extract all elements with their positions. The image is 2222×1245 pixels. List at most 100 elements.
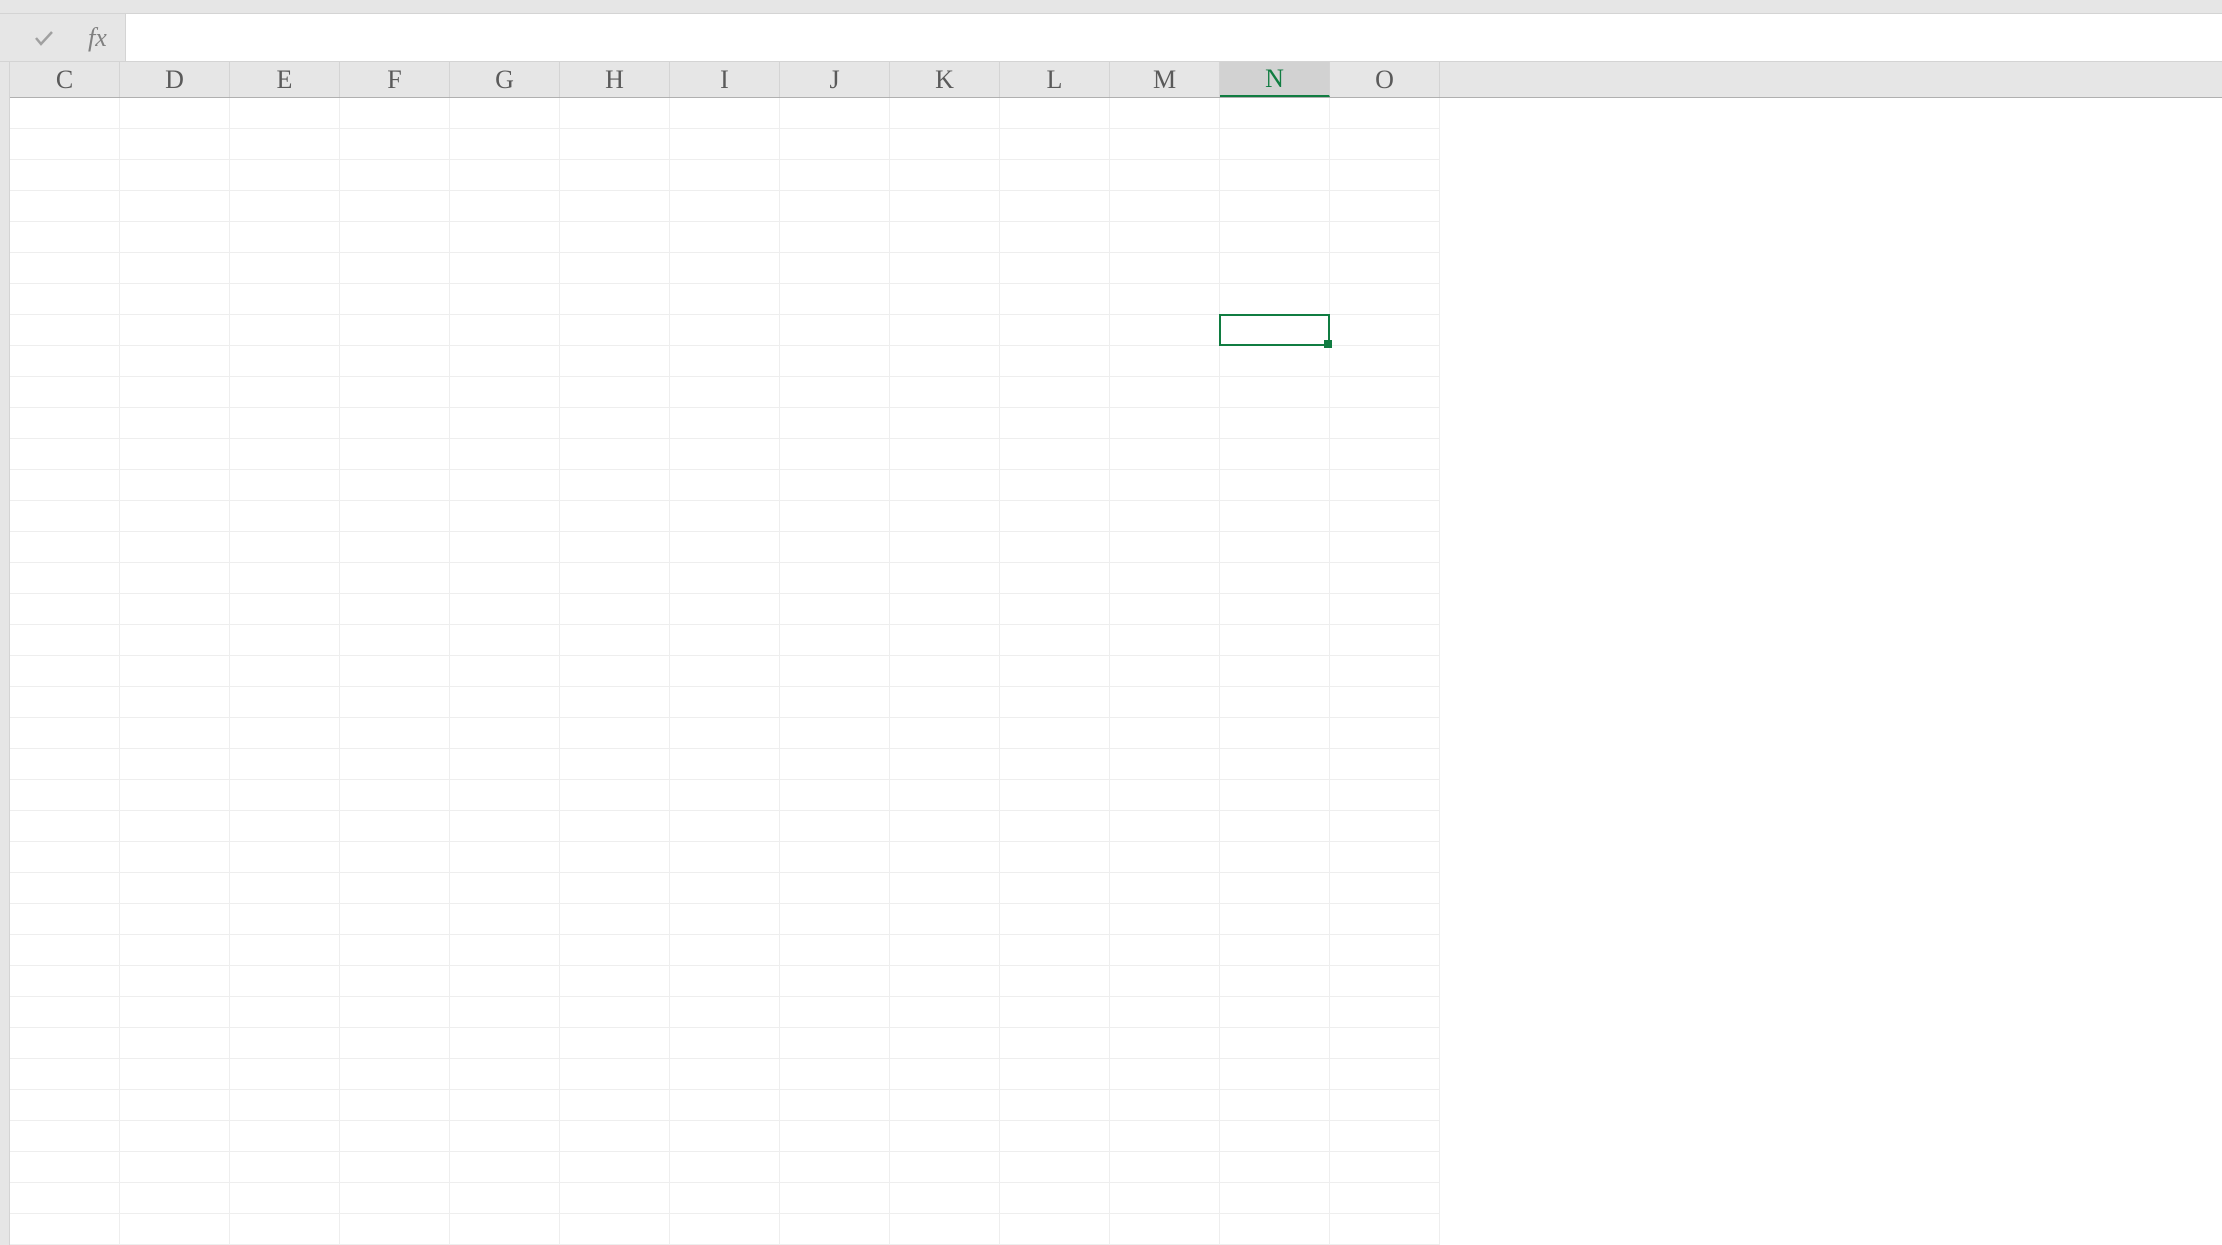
cell[interactable] xyxy=(1000,1090,1110,1121)
cell[interactable] xyxy=(120,935,230,966)
cell[interactable] xyxy=(1000,594,1110,625)
cell[interactable] xyxy=(340,1059,450,1090)
cell[interactable] xyxy=(890,253,1000,284)
cell[interactable] xyxy=(780,1059,890,1090)
cell[interactable] xyxy=(780,997,890,1028)
cell[interactable] xyxy=(10,1183,120,1214)
cell[interactable] xyxy=(120,98,230,129)
cell[interactable] xyxy=(450,439,560,470)
cell[interactable] xyxy=(1220,532,1330,563)
cell[interactable] xyxy=(120,811,230,842)
cell[interactable] xyxy=(120,749,230,780)
cell[interactable] xyxy=(1000,966,1110,997)
cell[interactable] xyxy=(890,346,1000,377)
cell[interactable] xyxy=(10,749,120,780)
cell[interactable] xyxy=(1330,1214,1440,1245)
cell[interactable] xyxy=(890,718,1000,749)
cell[interactable] xyxy=(1110,842,1220,873)
cell[interactable] xyxy=(120,780,230,811)
cell[interactable] xyxy=(230,1059,340,1090)
cell[interactable] xyxy=(120,594,230,625)
cell[interactable] xyxy=(450,966,560,997)
cell[interactable] xyxy=(890,315,1000,346)
cell[interactable] xyxy=(560,377,670,408)
cell[interactable] xyxy=(10,346,120,377)
cell[interactable] xyxy=(670,284,780,315)
cell[interactable] xyxy=(120,191,230,222)
cell[interactable] xyxy=(1000,98,1110,129)
cell[interactable] xyxy=(1110,1214,1220,1245)
cell[interactable] xyxy=(1330,315,1440,346)
cell[interactable] xyxy=(120,1183,230,1214)
cell[interactable] xyxy=(230,160,340,191)
cell[interactable] xyxy=(1330,1121,1440,1152)
cell[interactable] xyxy=(780,966,890,997)
cell[interactable] xyxy=(1220,563,1330,594)
cell[interactable] xyxy=(1000,873,1110,904)
cell[interactable] xyxy=(1220,1059,1330,1090)
cell[interactable] xyxy=(120,470,230,501)
cell[interactable] xyxy=(120,408,230,439)
cell[interactable] xyxy=(560,966,670,997)
cell[interactable] xyxy=(1220,687,1330,718)
cell[interactable] xyxy=(450,811,560,842)
cell[interactable] xyxy=(560,346,670,377)
cell[interactable] xyxy=(1330,346,1440,377)
cell[interactable] xyxy=(1000,1214,1110,1245)
cell[interactable] xyxy=(560,408,670,439)
cell[interactable] xyxy=(780,1090,890,1121)
cell[interactable] xyxy=(670,98,780,129)
cell[interactable] xyxy=(670,780,780,811)
cell[interactable] xyxy=(340,222,450,253)
cell[interactable] xyxy=(890,687,1000,718)
cell[interactable] xyxy=(1110,811,1220,842)
cell[interactable] xyxy=(1220,780,1330,811)
cell[interactable] xyxy=(1110,253,1220,284)
cell[interactable] xyxy=(1110,1059,1220,1090)
cell[interactable] xyxy=(120,718,230,749)
cell[interactable] xyxy=(340,935,450,966)
cell[interactable] xyxy=(670,1121,780,1152)
cell[interactable] xyxy=(1000,780,1110,811)
cell[interactable] xyxy=(340,532,450,563)
cell[interactable] xyxy=(340,98,450,129)
cell[interactable] xyxy=(890,501,1000,532)
cell[interactable] xyxy=(780,439,890,470)
cell[interactable] xyxy=(230,129,340,160)
cell[interactable] xyxy=(1110,470,1220,501)
cell[interactable] xyxy=(120,1090,230,1121)
cell[interactable] xyxy=(120,501,230,532)
cell[interactable] xyxy=(890,749,1000,780)
cell[interactable] xyxy=(1330,842,1440,873)
cell[interactable] xyxy=(560,253,670,284)
cell[interactable] xyxy=(340,408,450,439)
cell[interactable] xyxy=(1110,160,1220,191)
cell[interactable] xyxy=(1220,160,1330,191)
cell[interactable] xyxy=(1330,501,1440,532)
cell[interactable] xyxy=(230,1152,340,1183)
cell[interactable] xyxy=(1000,315,1110,346)
cell[interactable] xyxy=(1220,966,1330,997)
cell[interactable] xyxy=(10,563,120,594)
cell[interactable] xyxy=(890,1152,1000,1183)
cell[interactable] xyxy=(560,315,670,346)
cell[interactable] xyxy=(450,470,560,501)
cell[interactable] xyxy=(1220,315,1330,346)
cell[interactable] xyxy=(450,129,560,160)
cell[interactable] xyxy=(1000,129,1110,160)
cell[interactable] xyxy=(1000,160,1110,191)
cell[interactable] xyxy=(890,966,1000,997)
cell[interactable] xyxy=(120,842,230,873)
cell[interactable] xyxy=(120,439,230,470)
cell[interactable] xyxy=(450,532,560,563)
cell[interactable] xyxy=(1000,191,1110,222)
cell[interactable] xyxy=(1110,873,1220,904)
cell[interactable] xyxy=(780,749,890,780)
cell[interactable] xyxy=(1000,1152,1110,1183)
cell[interactable] xyxy=(340,656,450,687)
column-header-j[interactable]: J xyxy=(780,62,890,97)
cell[interactable] xyxy=(1220,842,1330,873)
cell[interactable] xyxy=(10,501,120,532)
cell[interactable] xyxy=(560,563,670,594)
cell[interactable] xyxy=(780,1152,890,1183)
